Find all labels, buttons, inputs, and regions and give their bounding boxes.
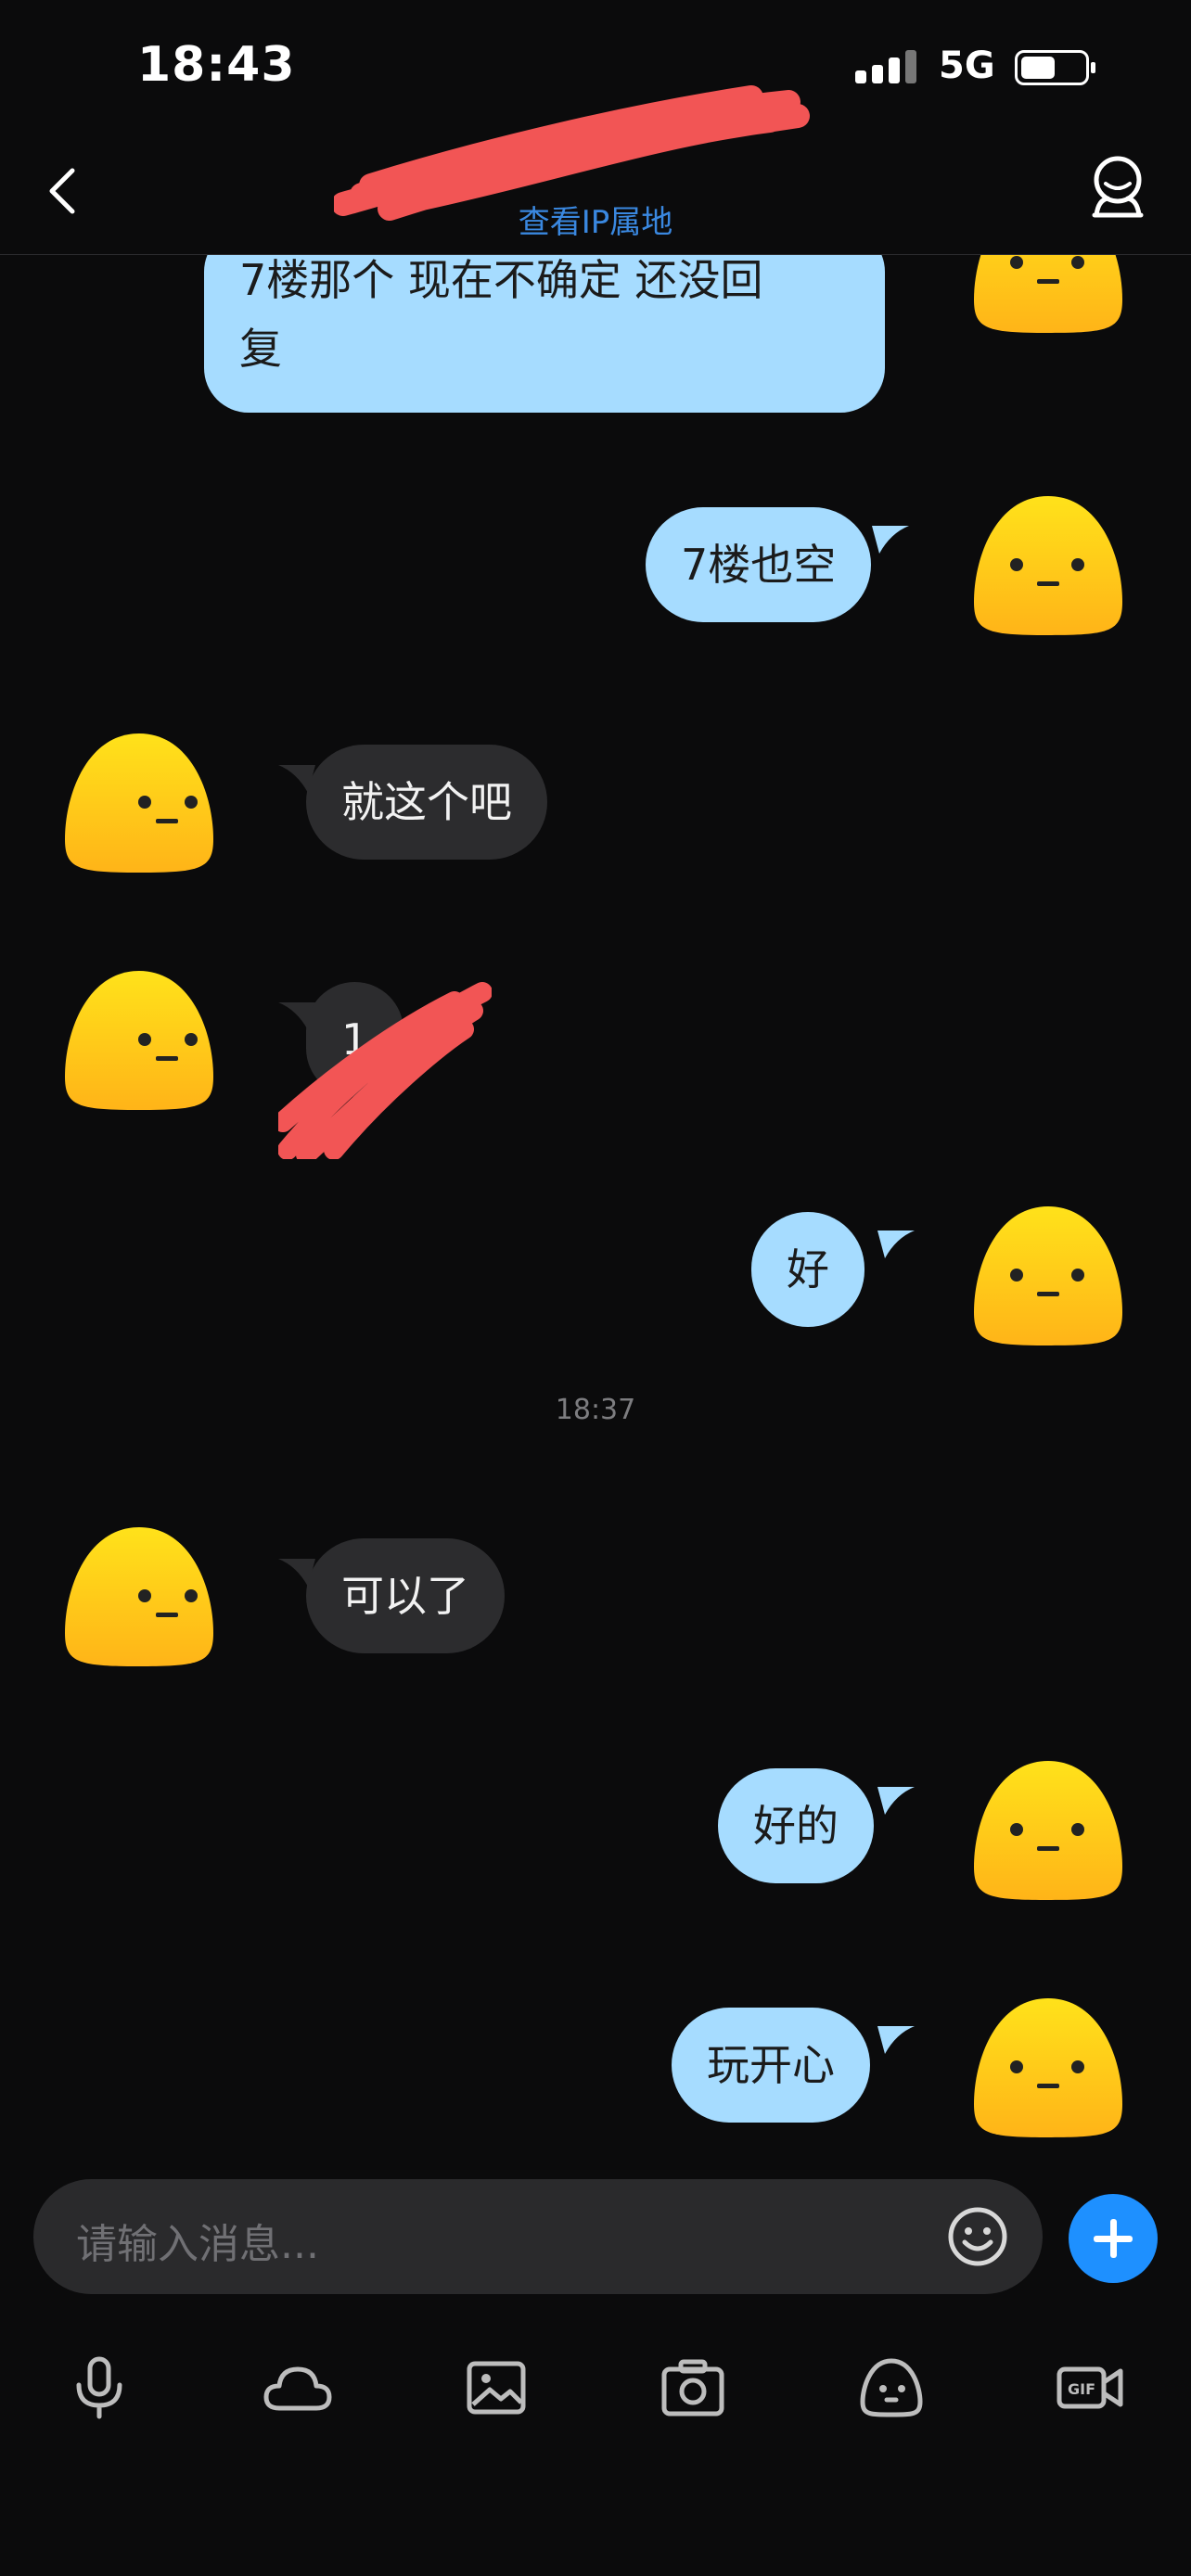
image-icon[interactable] xyxy=(455,2346,538,2429)
gif-video-icon[interactable]: GIF xyxy=(1048,2346,1132,2429)
smiley-icon[interactable] xyxy=(946,2205,1009,2268)
my-avatar[interactable] xyxy=(970,1757,1126,1902)
message-input[interactable]: 请输入消息... xyxy=(33,2179,1043,2294)
network-type: 5G xyxy=(939,45,995,87)
bubble-tail xyxy=(877,2026,915,2054)
message-text: 可以了 xyxy=(341,1571,469,1621)
contact-avatar[interactable] xyxy=(61,730,217,874)
message-bubble-outgoing[interactable]: 7楼也空 xyxy=(646,507,872,622)
contact-avatar[interactable] xyxy=(61,967,217,1112)
my-avatar[interactable] xyxy=(970,1203,1126,1347)
my-avatar[interactable] xyxy=(970,255,1126,335)
camera-icon[interactable] xyxy=(651,2346,735,2429)
redaction-scribble xyxy=(334,85,810,221)
message-text: 好 xyxy=(787,1244,829,1294)
battery-icon xyxy=(1015,50,1095,85)
my-avatar[interactable] xyxy=(970,492,1126,637)
message-bubble-incoming[interactable]: 就这个吧 xyxy=(306,745,547,860)
message-bubble-outgoing[interactable]: 好 xyxy=(751,1212,864,1327)
message-text: 玩开心 xyxy=(707,2040,835,2090)
svg-text:GIF: GIF xyxy=(1068,2380,1095,2398)
message-list[interactable]: 7楼那个 现在不确定 还没回 复 7楼也空 就这个吧 1 好 18:37 可以了… xyxy=(0,255,1191,2174)
message-bubble-outgoing[interactable]: 玩开心 xyxy=(672,2008,870,2123)
contact-avatar[interactable] xyxy=(61,1524,217,1668)
redaction-scribble xyxy=(278,982,492,1159)
message-text-line: 复 xyxy=(239,324,282,374)
contact-profile-icon[interactable] xyxy=(1087,154,1148,219)
message-text: 就这个吧 xyxy=(341,777,512,827)
input-toolbar: GIF xyxy=(0,2346,1191,2439)
signal-strength-icon xyxy=(855,50,916,83)
message-bubble-outgoing[interactable]: 7楼那个 现在不确定 还没回 复 xyxy=(204,255,885,413)
sticker-face-icon[interactable] xyxy=(850,2346,933,2429)
bubble-tail xyxy=(877,1231,915,1258)
plus-icon[interactable] xyxy=(1069,2194,1158,2283)
message-bubble-incoming[interactable]: 可以了 xyxy=(306,1538,505,1653)
message-text-line: 7楼那个 现在不确定 还没回 xyxy=(239,255,763,305)
message-input-placeholder: 请输入消息... xyxy=(76,2221,319,2268)
my-avatar[interactable] xyxy=(970,1995,1126,2139)
bubble-tail xyxy=(877,1787,915,1815)
cloud-icon[interactable] xyxy=(256,2346,339,2429)
message-text: 好的 xyxy=(753,1801,839,1851)
microphone-icon[interactable] xyxy=(58,2346,141,2429)
message-bubble-outgoing[interactable]: 好的 xyxy=(718,1768,874,1883)
bubble-tail xyxy=(872,526,909,554)
status-time: 18:43 xyxy=(137,37,296,93)
message-timestamp: 18:37 xyxy=(555,1394,636,1426)
message-text: 7楼也空 xyxy=(681,540,837,590)
